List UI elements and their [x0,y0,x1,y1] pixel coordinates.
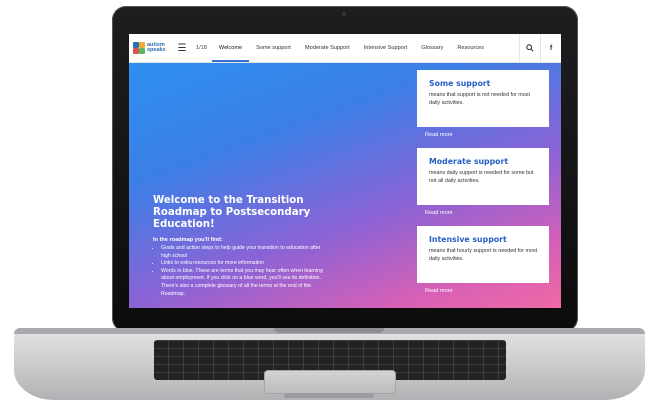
menu-icon[interactable]: ☰ [173,43,191,54]
card-body[interactable]: Moderate support means daily support is … [417,148,549,205]
card-title: Moderate support [429,157,509,166]
hinge [274,328,384,333]
laptop-lid: autism speaks ☰ 1/18 Welcome Some suppor… [112,6,578,332]
tab-resources[interactable]: Resources [450,34,491,62]
trackpad [264,370,396,394]
brand-logo[interactable]: autism speaks [133,42,173,54]
card-title: Intensive support [429,235,507,244]
list-item: Words in blue. These are terms that you … [161,268,331,298]
puzzle-logo-icon [133,42,145,54]
nav-icon-group: f [519,34,561,62]
tab-glossary[interactable]: Glossary [414,34,450,62]
read-more-link[interactable]: Read more [425,288,549,294]
card-title: Some support [429,79,491,88]
card-body[interactable]: Intensive support means that hourly supp… [417,226,549,283]
hero-subtitle: In the roadmap you'll find: [153,237,223,243]
hero-bullet-list: Goals and action steps to help guide you… [153,245,331,298]
read-more-link[interactable]: Read more [425,210,549,216]
page-indicator: 1/18 [196,45,207,51]
list-item: Goals and action steps to help guide you… [161,245,331,260]
read-more-link[interactable]: Read more [425,132,549,138]
brand-name: autism speaks [147,42,166,54]
facebook-icon[interactable]: f [540,34,561,62]
brand-line-2: speaks [147,47,166,53]
laptop-base [14,328,645,400]
card-some-support: Some support means that support is not n… [417,70,549,138]
list-item: Links to extra resources for more inform… [161,260,331,268]
card-description: means that support is not needed for mos… [429,92,530,106]
tab-welcome[interactable]: Welcome [211,34,250,62]
card-description: means that hourly support is needed for … [429,248,538,262]
tab-intensive-support[interactable]: Intensive Support [357,34,415,62]
card-moderate-support: Moderate support means daily support is … [417,148,549,216]
webcam [342,12,346,16]
card-description: means daily support is needed for some b… [429,170,534,184]
search-icon[interactable] [519,34,540,62]
hero-content: Welcome to the Transition Roadmap to Pos… [153,195,331,298]
support-cards: Some support means that support is not n… [417,70,549,304]
hero-title: Welcome to the Transition Roadmap to Pos… [153,195,311,230]
base-foot [284,393,374,398]
card-intensive-support: Intensive support means that hourly supp… [417,226,549,294]
hero-section: Welcome to the Transition Roadmap to Pos… [129,63,561,308]
top-nav: autism speaks ☰ 1/18 Welcome Some suppor… [129,34,561,63]
laptop-screen: autism speaks ☰ 1/18 Welcome Some suppor… [129,34,561,308]
card-body[interactable]: Some support means that support is not n… [417,70,549,127]
tab-some-support[interactable]: Some support [249,34,298,62]
tab-moderate-support[interactable]: Moderate Support [298,34,357,62]
